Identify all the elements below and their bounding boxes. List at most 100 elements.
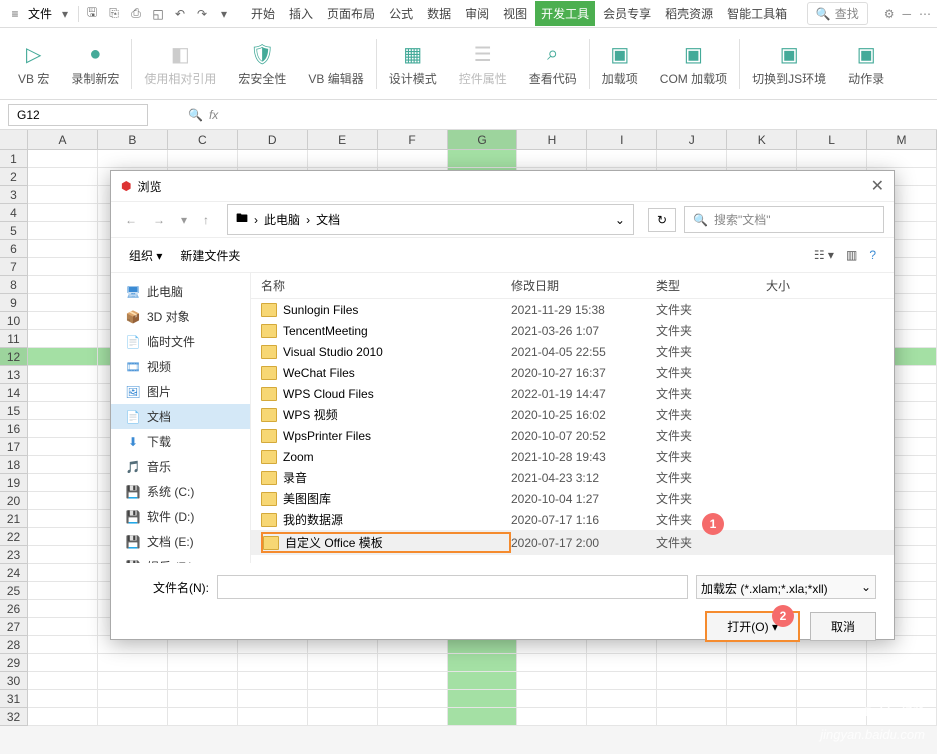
cell-A20[interactable]: [28, 492, 98, 510]
ribbon-动作录[interactable]: ▣动作录: [838, 28, 894, 99]
cell-A3[interactable]: [28, 186, 98, 204]
cell-G29[interactable]: [448, 654, 518, 672]
file-row[interactable]: 美图图库2020-10-04 1:27文件夹: [251, 488, 894, 509]
row-header-16[interactable]: 16: [0, 420, 28, 438]
cell-E30[interactable]: [308, 672, 378, 690]
col-size[interactable]: 大小: [766, 277, 826, 294]
col-header-B[interactable]: B: [98, 130, 168, 149]
row-header-4[interactable]: 4: [0, 204, 28, 222]
cell-J32[interactable]: [657, 708, 727, 726]
ribbon-VB 编辑器[interactable]: VB 编辑器: [298, 28, 373, 99]
cell-A14[interactable]: [28, 384, 98, 402]
cell-A13[interactable]: [28, 366, 98, 384]
print-icon[interactable]: ⎙: [127, 5, 145, 23]
tab-视图[interactable]: 视图: [497, 1, 533, 26]
file-row[interactable]: 录音2021-04-23 3:12文件夹: [251, 467, 894, 488]
file-filter-select[interactable]: 加载宏 (*.xlam;*.xla;*xll) ⌄: [696, 575, 876, 599]
cell-L30[interactable]: [797, 672, 867, 690]
cell-A28[interactable]: [28, 636, 98, 654]
sidebar-item-文档[interactable]: 📄文档: [111, 404, 250, 429]
sidebar-item-视频[interactable]: 🎞视频: [111, 354, 250, 379]
cell-K31[interactable]: [727, 690, 797, 708]
ribbon-COM 加载项[interactable]: ▣COM 加载项: [650, 28, 737, 99]
col-header-I[interactable]: I: [587, 130, 657, 149]
row-header-2[interactable]: 2: [0, 168, 28, 186]
sidebar-item-软件 (D:)[interactable]: 💾软件 (D:): [111, 504, 250, 529]
row-header-22[interactable]: 22: [0, 528, 28, 546]
save-icon[interactable]: 🖫: [83, 5, 101, 23]
row-header-28[interactable]: 28: [0, 636, 28, 654]
sidebar-item-3D 对象[interactable]: 📦3D 对象: [111, 304, 250, 329]
sidebar-item-系统 (C:)[interactable]: 💾系统 (C:): [111, 479, 250, 504]
row-header-27[interactable]: 27: [0, 618, 28, 636]
cell-E29[interactable]: [308, 654, 378, 672]
file-row[interactable]: WPS 视频2020-10-25 16:02文件夹: [251, 404, 894, 425]
cell-J1[interactable]: [657, 150, 727, 168]
dropdown-icon[interactable]: ▾: [215, 5, 233, 23]
cell-K32[interactable]: [727, 708, 797, 726]
col-date[interactable]: 修改日期: [511, 277, 656, 294]
path-folder[interactable]: 文档: [316, 211, 340, 228]
cell-D29[interactable]: [238, 654, 308, 672]
col-type[interactable]: 类型: [656, 277, 766, 294]
view-mode-icon[interactable]: ☷ ▾: [814, 248, 834, 262]
cell-B32[interactable]: [98, 708, 168, 726]
row-header-6[interactable]: 6: [0, 240, 28, 258]
cell-A8[interactable]: [28, 276, 98, 294]
minimize-icon[interactable]: ─: [902, 7, 911, 21]
col-name[interactable]: 名称: [261, 277, 511, 294]
forward-icon[interactable]: →: [149, 209, 169, 231]
organize-menu[interactable]: 组织 ▾: [129, 247, 162, 264]
cell-B30[interactable]: [98, 672, 168, 690]
path-bar[interactable]: 🖿 › 此电脑 › 文档 ⌄: [227, 204, 634, 235]
cell-F30[interactable]: [378, 672, 448, 690]
cell-E1[interactable]: [308, 150, 378, 168]
cell-M30[interactable]: [867, 672, 937, 690]
sidebar-item-图片[interactable]: 🖼图片: [111, 379, 250, 404]
cell-A10[interactable]: [28, 312, 98, 330]
cell-I29[interactable]: [587, 654, 657, 672]
ribbon-切换到JS环境[interactable]: ▣切换到JS环境: [742, 28, 836, 99]
cell-D1[interactable]: [238, 150, 308, 168]
ribbon-宏安全性[interactable]: 🛡宏安全性: [228, 28, 296, 99]
row-header-24[interactable]: 24: [0, 564, 28, 582]
row-header-29[interactable]: 29: [0, 654, 28, 672]
hamburger-icon[interactable]: ≡: [6, 5, 24, 23]
file-row[interactable]: Zoom2021-10-28 19:43文件夹: [251, 446, 894, 467]
cell-A22[interactable]: [28, 528, 98, 546]
cell-A9[interactable]: [28, 294, 98, 312]
tab-开发工具[interactable]: 开发工具: [535, 1, 595, 26]
cell-I32[interactable]: [587, 708, 657, 726]
cell-H1[interactable]: [517, 150, 587, 168]
row-header-12[interactable]: 12: [0, 348, 28, 366]
row-header-31[interactable]: 31: [0, 690, 28, 708]
row-header-13[interactable]: 13: [0, 366, 28, 384]
cell-E31[interactable]: [308, 690, 378, 708]
refresh-button[interactable]: ↻: [648, 208, 676, 232]
cell-F1[interactable]: [378, 150, 448, 168]
tab-智能工具箱[interactable]: 智能工具箱: [721, 1, 793, 26]
name-box[interactable]: G12: [8, 104, 148, 126]
cell-B31[interactable]: [98, 690, 168, 708]
row-header-26[interactable]: 26: [0, 600, 28, 618]
back-icon[interactable]: ←: [121, 209, 141, 231]
col-header-L[interactable]: L: [797, 130, 867, 149]
cell-C30[interactable]: [168, 672, 238, 690]
cell-C1[interactable]: [168, 150, 238, 168]
cell-A24[interactable]: [28, 564, 98, 582]
cell-H29[interactable]: [517, 654, 587, 672]
col-header-H[interactable]: H: [517, 130, 587, 149]
tab-稻壳资源[interactable]: 稻壳资源: [659, 1, 719, 26]
row-header-19[interactable]: 19: [0, 474, 28, 492]
sidebar-item-文档 (E:)[interactable]: 💾文档 (E:): [111, 529, 250, 554]
sidebar-item-临时文件[interactable]: 📄临时文件: [111, 329, 250, 354]
file-row[interactable]: 我的数据源2020-07-17 1:16文件夹: [251, 509, 894, 530]
row-header-5[interactable]: 5: [0, 222, 28, 240]
export-icon[interactable]: ⎘: [105, 5, 123, 23]
cell-A25[interactable]: [28, 582, 98, 600]
file-row[interactable]: 自定义 Office 模板2020-07-17 2:00文件夹: [251, 530, 894, 555]
more-icon[interactable]: ⋯: [919, 7, 931, 21]
col-header-F[interactable]: F: [378, 130, 448, 149]
cell-C31[interactable]: [168, 690, 238, 708]
search-box[interactable]: 🔍 查找: [807, 2, 868, 25]
